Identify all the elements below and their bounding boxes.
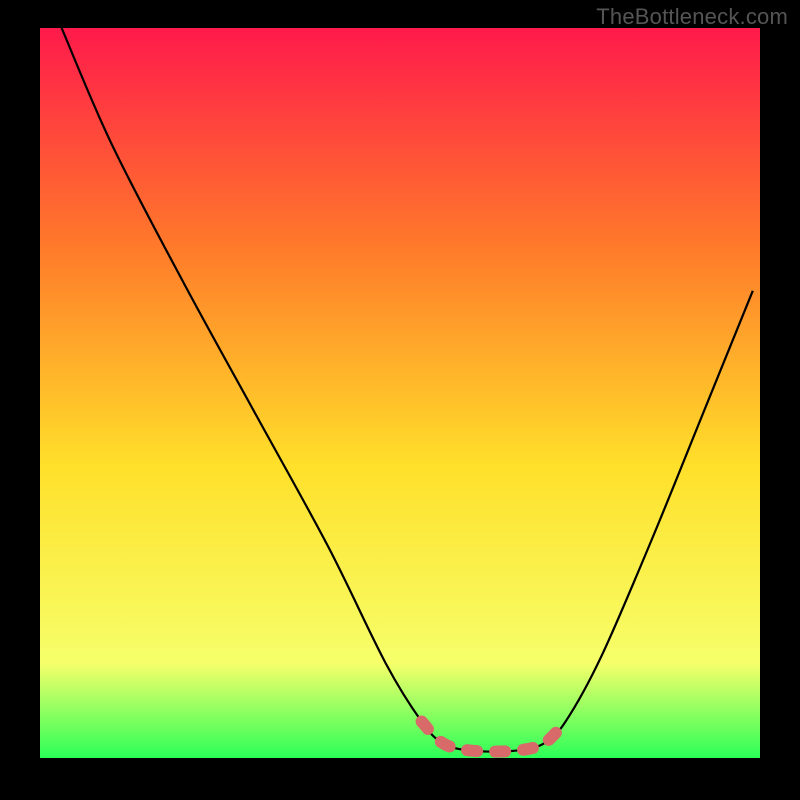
chart-svg [40,28,760,758]
watermark-text: TheBottleneck.com [596,4,788,30]
plot-area [40,28,760,758]
gradient-background [40,28,760,758]
chart-frame: TheBottleneck.com [0,0,800,800]
